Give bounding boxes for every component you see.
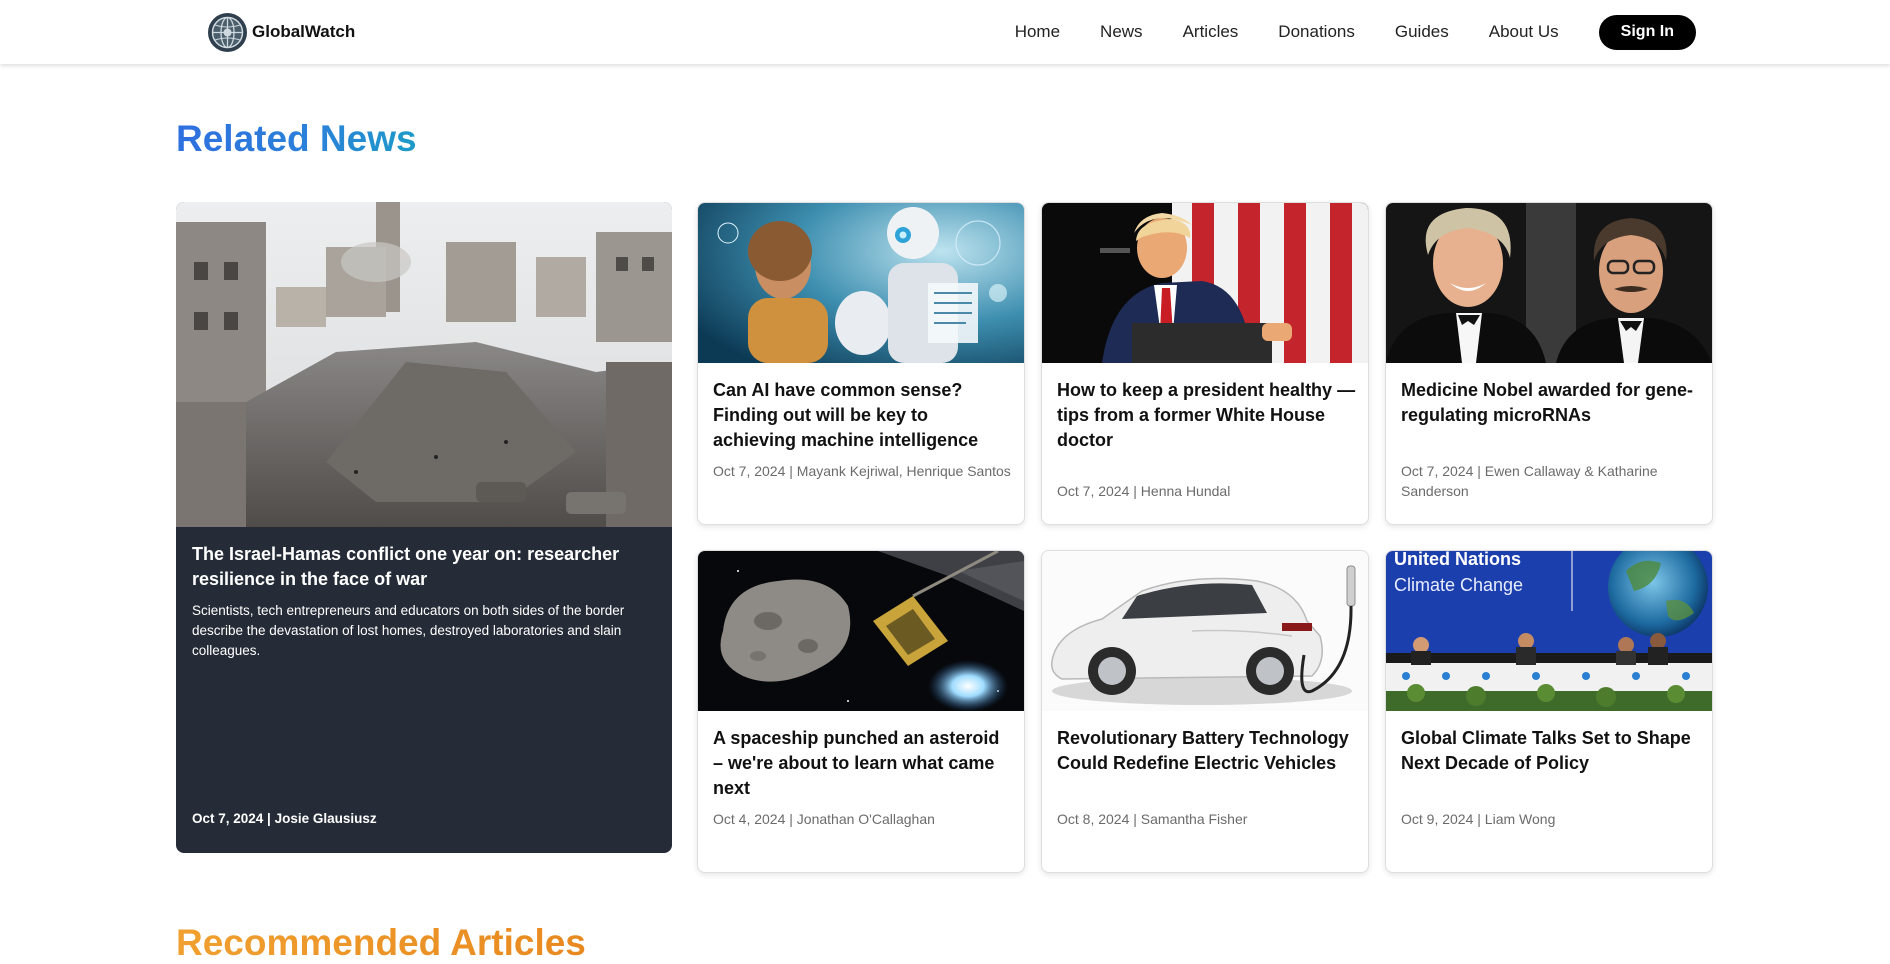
article-card-meta: Oct 8, 2024 | Samantha Fisher <box>1057 811 1248 827</box>
article-card[interactable]: Revolutionary Battery Technology Could R… <box>1041 550 1369 873</box>
article-card[interactable]: United Nations Climate Change Global Cli… <box>1385 550 1713 873</box>
article-card-title: Can AI have common sense? Finding out wi… <box>713 380 979 450</box>
globe-icon <box>208 12 247 52</box>
main-nav: Home News Articles Donations Guides Abou… <box>975 0 1696 64</box>
featured-article-description: Scientists, tech entrepreneurs and educa… <box>192 603 625 658</box>
article-card[interactable]: How to keep a president healthy — tips f… <box>1041 202 1369 525</box>
article-image-president <box>1042 203 1368 363</box>
image-text-climate-change: Climate Change <box>1394 575 1523 595</box>
featured-article-title: The Israel-Hamas conflict one year on: r… <box>192 544 620 589</box>
article-card-title: How to keep a president healthy — tips f… <box>1057 380 1356 450</box>
sign-in-button[interactable]: Sign In <box>1598 14 1696 50</box>
nav-articles[interactable]: Articles <box>1183 22 1239 42</box>
featured-article-card[interactable]: The Israel-Hamas conflict one year on: r… <box>176 202 672 853</box>
article-card-meta: Oct 4, 2024 | Jonathan O'Callaghan <box>713 811 935 827</box>
article-card-meta: Oct 9, 2024 | Liam Wong <box>1401 811 1556 827</box>
article-image-climate-conference: United Nations Climate Change <box>1386 551 1712 711</box>
article-card[interactable]: Medicine Nobel awarded for gene-regulati… <box>1385 202 1713 525</box>
brand-name: GlobalWatch <box>252 22 356 41</box>
article-card-meta: Oct 7, 2024 | Henna Hundal <box>1057 483 1231 499</box>
article-card-meta: Oct 7, 2024 | Mayank Kejriwal, Henrique … <box>713 463 1011 479</box>
image-text-united-nations: United Nations <box>1394 551 1521 569</box>
article-card[interactable]: A spaceship punched an asteroid – we're … <box>697 550 1025 873</box>
nav-donations[interactable]: Donations <box>1278 22 1355 42</box>
nav-guides[interactable]: Guides <box>1395 22 1449 42</box>
nav-home[interactable]: Home <box>1015 22 1060 42</box>
top-navbar: GlobalWatch Home News Articles Donations… <box>0 0 1890 64</box>
nav-news[interactable]: News <box>1100 22 1143 42</box>
article-image-electric-car <box>1042 551 1368 711</box>
article-card-title: A spaceship punched an asteroid – we're … <box>713 728 1000 798</box>
article-image-asteroid <box>698 551 1024 711</box>
brand-logo-link[interactable]: GlobalWatch <box>207 10 355 54</box>
nav-about-us[interactable]: About Us <box>1489 22 1559 42</box>
article-card-title: Global Climate Talks Set to Shape Next D… <box>1401 728 1691 773</box>
article-card-title: Revolutionary Battery Technology Could R… <box>1057 728 1349 773</box>
related-news-heading: Related News <box>176 118 417 159</box>
article-card[interactable]: Can AI have common sense? Finding out wi… <box>697 202 1025 525</box>
article-image-ai <box>698 203 1024 363</box>
recommended-articles-heading: Recommended Articles <box>176 922 586 963</box>
article-card-meta: Oct 7, 2024 | Ewen Callaway & Katharine … <box>1401 463 1658 499</box>
article-image-nobel <box>1386 203 1712 363</box>
article-card-title: Medicine Nobel awarded for gene-regulati… <box>1401 380 1694 425</box>
featured-article-meta: Oct 7, 2024 | Josie Glausiusz <box>192 811 377 826</box>
featured-article-image <box>176 202 672 527</box>
